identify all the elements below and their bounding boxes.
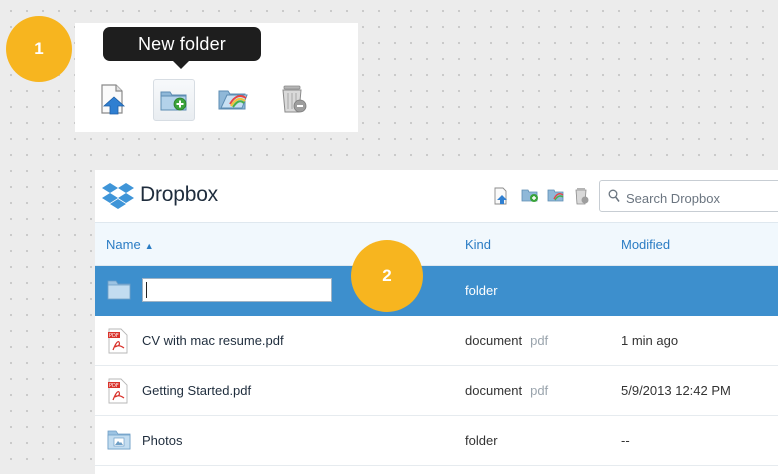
table-row-photos[interactable]: Photos folder -- — [95, 416, 778, 466]
text-caret — [146, 282, 147, 298]
row-kind: folder — [465, 433, 498, 448]
folder-icon — [107, 278, 131, 304]
dropbox-title: Dropbox — [140, 183, 218, 206]
row-modified: -- — [621, 433, 630, 448]
column-name-header[interactable]: Name ▲ — [106, 237, 154, 252]
pdf-icon: PDF — [107, 328, 131, 354]
table-row-getting-started[interactable]: PDF Getting Started.pdf document pdf 5/9/… — [95, 366, 778, 416]
photos-folder-icon — [107, 428, 131, 454]
folder-name-input[interactable] — [142, 278, 332, 302]
new-folder-icon[interactable] — [521, 187, 541, 207]
row-modified: 1 min ago — [621, 333, 679, 348]
row-kind: folder — [465, 283, 498, 298]
sort-ascending-icon: ▲ — [144, 241, 154, 251]
dropbox-header: Dropbox — [95, 170, 778, 222]
row-kind-main: document — [465, 333, 523, 348]
row-modified: 5/9/2013 12:42 PM — [621, 383, 731, 398]
new-folder-icon[interactable] — [153, 79, 195, 121]
dropbox-window: Dropbox Search Dropbox Name ▲ Kind Modif… — [95, 170, 778, 474]
tooltip-arrow — [173, 61, 189, 69]
table-row-new-folder[interactable]: folder — [95, 266, 778, 316]
column-modified-header[interactable]: Modified — [621, 237, 670, 252]
zoomed-toolbar-panel: New folder — [75, 23, 358, 132]
dropbox-logo-icon[interactable] — [101, 181, 135, 216]
pdf-icon: PDF — [107, 378, 131, 404]
delete-icon[interactable] — [573, 187, 593, 207]
row-kind-sub: pdf — [530, 383, 549, 398]
share-folder-icon[interactable] — [213, 79, 253, 119]
row-kind: document pdf — [465, 383, 548, 398]
row-kind-sub: pdf — [530, 333, 549, 348]
row-kind-main: document — [465, 383, 523, 398]
row-kind: document pdf — [465, 333, 548, 348]
svg-text:PDF: PDF — [109, 383, 119, 389]
share-folder-icon[interactable] — [547, 187, 567, 207]
upload-icon[interactable] — [93, 79, 133, 119]
row-name[interactable]: CV with mac resume.pdf — [142, 333, 284, 348]
step-1-badge: 1 — [6, 16, 72, 82]
delete-icon[interactable] — [273, 79, 313, 119]
column-header-row: Name ▲ Kind Modified — [95, 222, 778, 266]
svg-text:PDF: PDF — [109, 333, 119, 339]
search-icon — [608, 189, 620, 208]
table-row-cv-resume[interactable]: PDF CV with mac resume.pdf document pdf 1… — [95, 316, 778, 366]
row-name[interactable]: Photos — [142, 433, 182, 448]
new-folder-tooltip: New folder — [103, 27, 261, 61]
column-kind-header[interactable]: Kind — [465, 237, 491, 252]
column-name-label: Name — [106, 237, 141, 252]
search-box[interactable] — [599, 180, 778, 212]
search-input[interactable] — [624, 187, 778, 209]
upload-icon[interactable] — [493, 187, 513, 207]
step-2-badge: 2 — [351, 240, 423, 312]
row-name[interactable]: Getting Started.pdf — [142, 383, 251, 398]
